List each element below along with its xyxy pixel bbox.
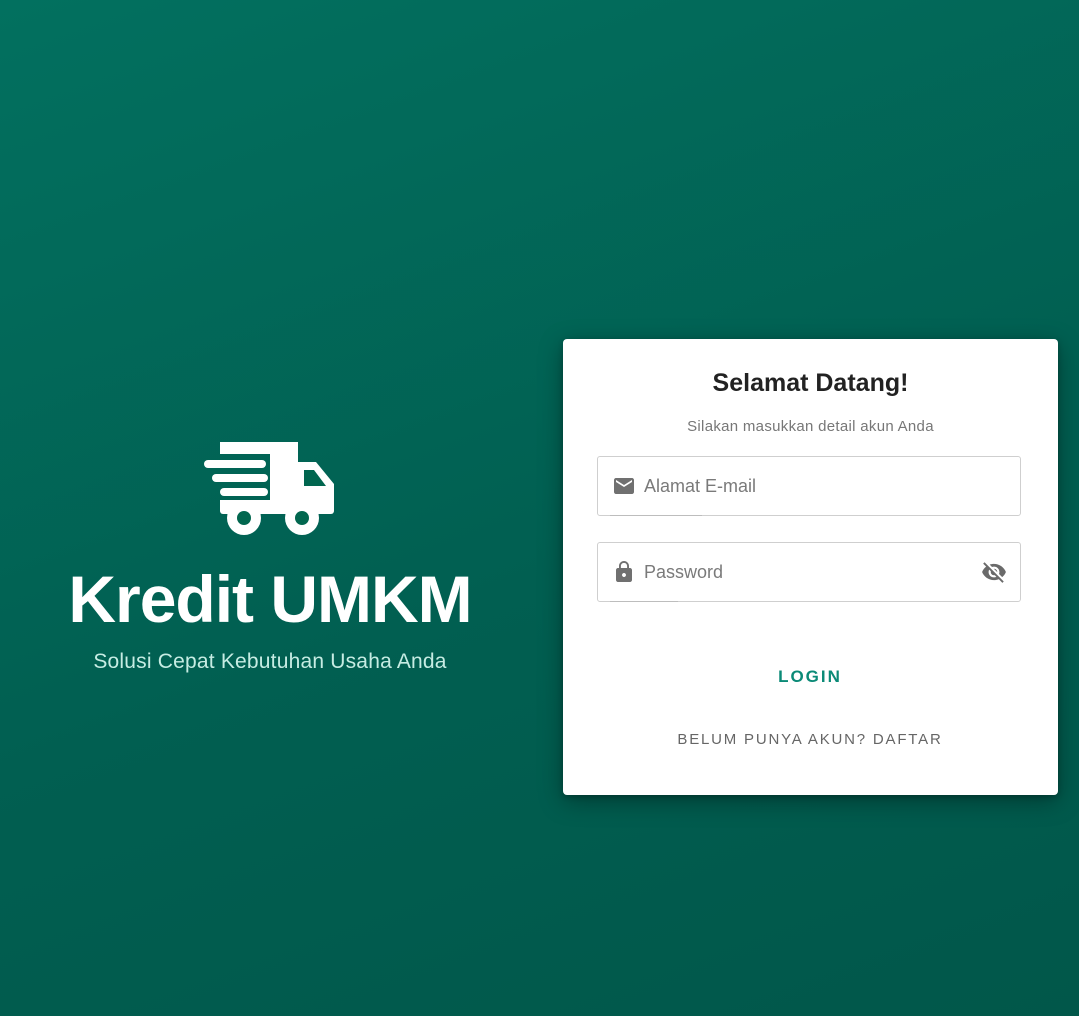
email-field[interactable] bbox=[597, 456, 1021, 516]
card-title: Selamat Datang! bbox=[712, 369, 909, 397]
login-button[interactable]: LOGIN bbox=[760, 659, 860, 695]
visibility-off-icon[interactable] bbox=[980, 558, 1008, 586]
lock-icon bbox=[612, 560, 636, 584]
brand-tagline: Solusi Cepat Kebutuhan Usaha Anda bbox=[93, 650, 447, 673]
brand-title: Kredit UMKM bbox=[68, 562, 472, 636]
email-field-underline bbox=[610, 515, 702, 516]
email-icon bbox=[612, 474, 636, 498]
card-subtitle: Silakan masukkan detail akun Anda bbox=[687, 418, 934, 435]
truck-fast-icon bbox=[60, 440, 480, 536]
register-link-button[interactable]: BELUM PUNYA AKUN? DAFTAR bbox=[660, 724, 960, 754]
password-field-underline bbox=[610, 601, 678, 602]
login-card: Selamat Datang! Silakan masukkan detail … bbox=[563, 339, 1058, 795]
email-input[interactable] bbox=[644, 457, 1020, 515]
password-field[interactable] bbox=[597, 542, 1021, 602]
brand-panel: Kredit UMKM Solusi Cepat Kebutuhan Usaha… bbox=[60, 440, 480, 674]
password-input[interactable] bbox=[644, 543, 980, 601]
